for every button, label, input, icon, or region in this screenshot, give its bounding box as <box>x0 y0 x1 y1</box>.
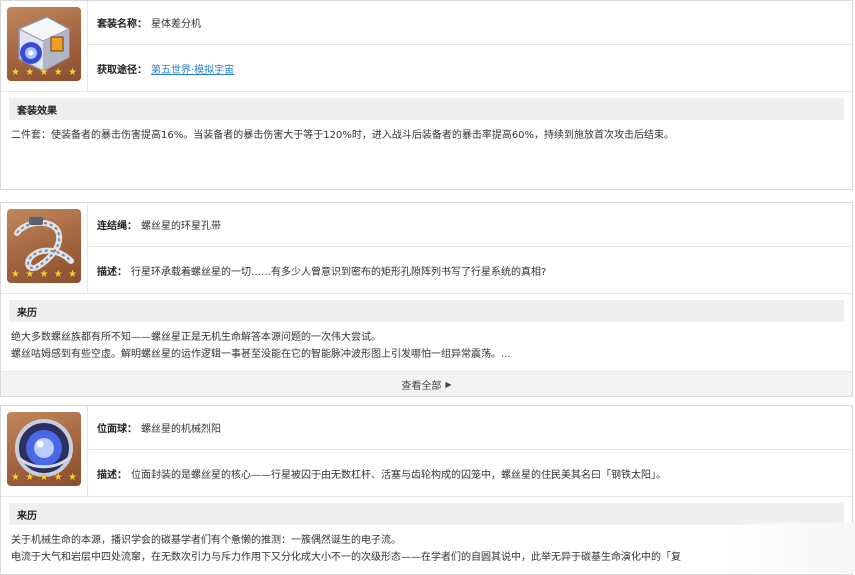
star-icon: ★ <box>25 472 35 483</box>
star-icon: ★ <box>53 472 63 483</box>
relic-card-link-rope: ★ ★ ★ ★ ★ 连结绳： 螺丝星的环星孔带 描述： 行星环承载着螺丝星的一切……有多… <box>0 202 853 397</box>
source-link[interactable]: 第五世界·模拟宇宙 <box>151 61 234 76</box>
relic-name-value: 螺丝星的环星孔带 <box>141 221 221 232</box>
rarity-stars: ★ ★ ★ ★ ★ <box>11 269 77 281</box>
relic-slot-label: 连结绳： <box>97 221 137 232</box>
relic-name-row: 连结绳： 螺丝星的环星孔带 <box>88 203 852 247</box>
card-header: ★ ★ ★ ★ ★ 套装名称： 星体差分机 获取途径： 第五世界·模拟宇宙 <box>1 1 852 92</box>
card-header: ★ ★ ★ ★ ★ 位面球： 螺丝星的机械烈阳 描述： 位面封装的是螺丝星的核心——行星… <box>1 406 852 497</box>
star-icon: ★ <box>11 269 20 280</box>
star-icon: ★ <box>53 269 63 280</box>
relic-card-set: ★ ★ ★ ★ ★ 套装名称： 星体差分机 获取途径： 第五世界·模拟宇宙 套装效果 二… <box>0 0 853 190</box>
set-name-value: 星体差分机 <box>151 19 201 30</box>
star-icon: ★ <box>68 269 77 280</box>
section-header-lore: 来历 <box>9 300 844 322</box>
view-all-label: 查看全部 <box>401 380 442 392</box>
description-value: 行星环承载着螺丝星的一切……有多少人曾意识到密布的矩形孔隙阵列书写了行星系统的真… <box>131 266 547 278</box>
set-name-row: 套装名称： 星体差分机 <box>88 1 852 45</box>
lore-line: 螺丝咕姆感到有些空虚。解明螺丝星的运作逻辑一事甚至没能在它的智能脉冲波形图上引发… <box>11 349 511 360</box>
star-icon: ★ <box>25 67 35 78</box>
section-header-set-effect: 套装效果 <box>9 98 844 120</box>
lore-text: 绝大多数螺丝族都有所不知——螺丝星正是无机生命解答本源问题的一次伟大尝试。 螺丝… <box>1 322 852 363</box>
ring-belt-icon: ★ ★ ★ ★ ★ <box>7 209 81 283</box>
description-row: 描述： 位面封装的是螺丝星的核心——行星被囚于由无数杠杆、活塞与齿轮构成的囚笼中… <box>88 451 852 495</box>
view-all-button[interactable]: 查看全部 ▶ <box>1 371 852 396</box>
card-header: ★ ★ ★ ★ ★ 连结绳： 螺丝星的环星孔带 描述： 行星环承载着螺丝星的一切……有多… <box>1 203 852 294</box>
description-label: 描述： <box>97 266 127 278</box>
star-icon: ★ <box>39 67 49 78</box>
source-row: 获取途径： 第五世界·模拟宇宙 <box>88 46 852 90</box>
lore-line: 电流于大气和岩层中四处流窜，在无数次引力与斥力作用下又分化成大小不一的次级形态—… <box>11 552 681 563</box>
relic-name-value: 螺丝星的机械烈阳 <box>141 424 221 435</box>
relic-slot-label: 位面球： <box>97 424 137 435</box>
set-name-label: 套装名称： <box>97 19 147 30</box>
lore-line: 关于机械生命的本源，播识学会的碳基学者们有个惫懒的推测：一簇偶然诞生的电子流。 <box>11 535 401 546</box>
star-icon: ★ <box>11 472 20 483</box>
star-icon: ★ <box>11 67 20 78</box>
differential-engine-icon: ★ ★ ★ ★ ★ <box>7 7 81 81</box>
set-effect-line: 二件套：使装备者的暴击伤害提高16%。当装备者的暴击伤害大于等于120%时，进入… <box>11 130 675 141</box>
lore-line: 绝大多数螺丝族都有所不知——螺丝星正是无机生命解答本源问题的一次伟大尝试。 <box>11 332 381 343</box>
section-header-lore: 来历 <box>9 503 844 525</box>
source-label: 获取途径： <box>97 64 147 76</box>
corner-fade-overlay <box>725 523 855 573</box>
star-icon: ★ <box>53 67 63 78</box>
star-icon: ★ <box>39 472 49 483</box>
description-label: 描述： <box>97 469 127 481</box>
set-effect-text: 二件套：使装备者的暴击伤害提高16%。当装备者的暴击伤害大于等于120%时，进入… <box>1 120 852 144</box>
star-icon: ★ <box>25 269 35 280</box>
relic-name-row: 位面球： 螺丝星的机械烈阳 <box>88 406 852 450</box>
description-row: 描述： 行星环承载着螺丝星的一切……有多少人曾意识到密布的矩形孔隙阵列书写了行星… <box>88 248 852 292</box>
star-icon: ★ <box>39 269 49 280</box>
rarity-stars: ★ ★ ★ ★ ★ <box>11 67 77 79</box>
mechanical-sun-sphere-icon: ★ ★ ★ ★ ★ <box>7 412 81 486</box>
description-value: 位面封装的是螺丝星的核心——行星被囚于由无数杠杆、活塞与齿轮构成的囚笼中，螺丝星… <box>131 469 666 481</box>
star-icon: ★ <box>68 67 77 78</box>
rarity-stars: ★ ★ ★ ★ ★ <box>11 472 77 484</box>
star-icon: ★ <box>68 472 77 483</box>
caret-right-icon: ▶ <box>445 379 452 389</box>
